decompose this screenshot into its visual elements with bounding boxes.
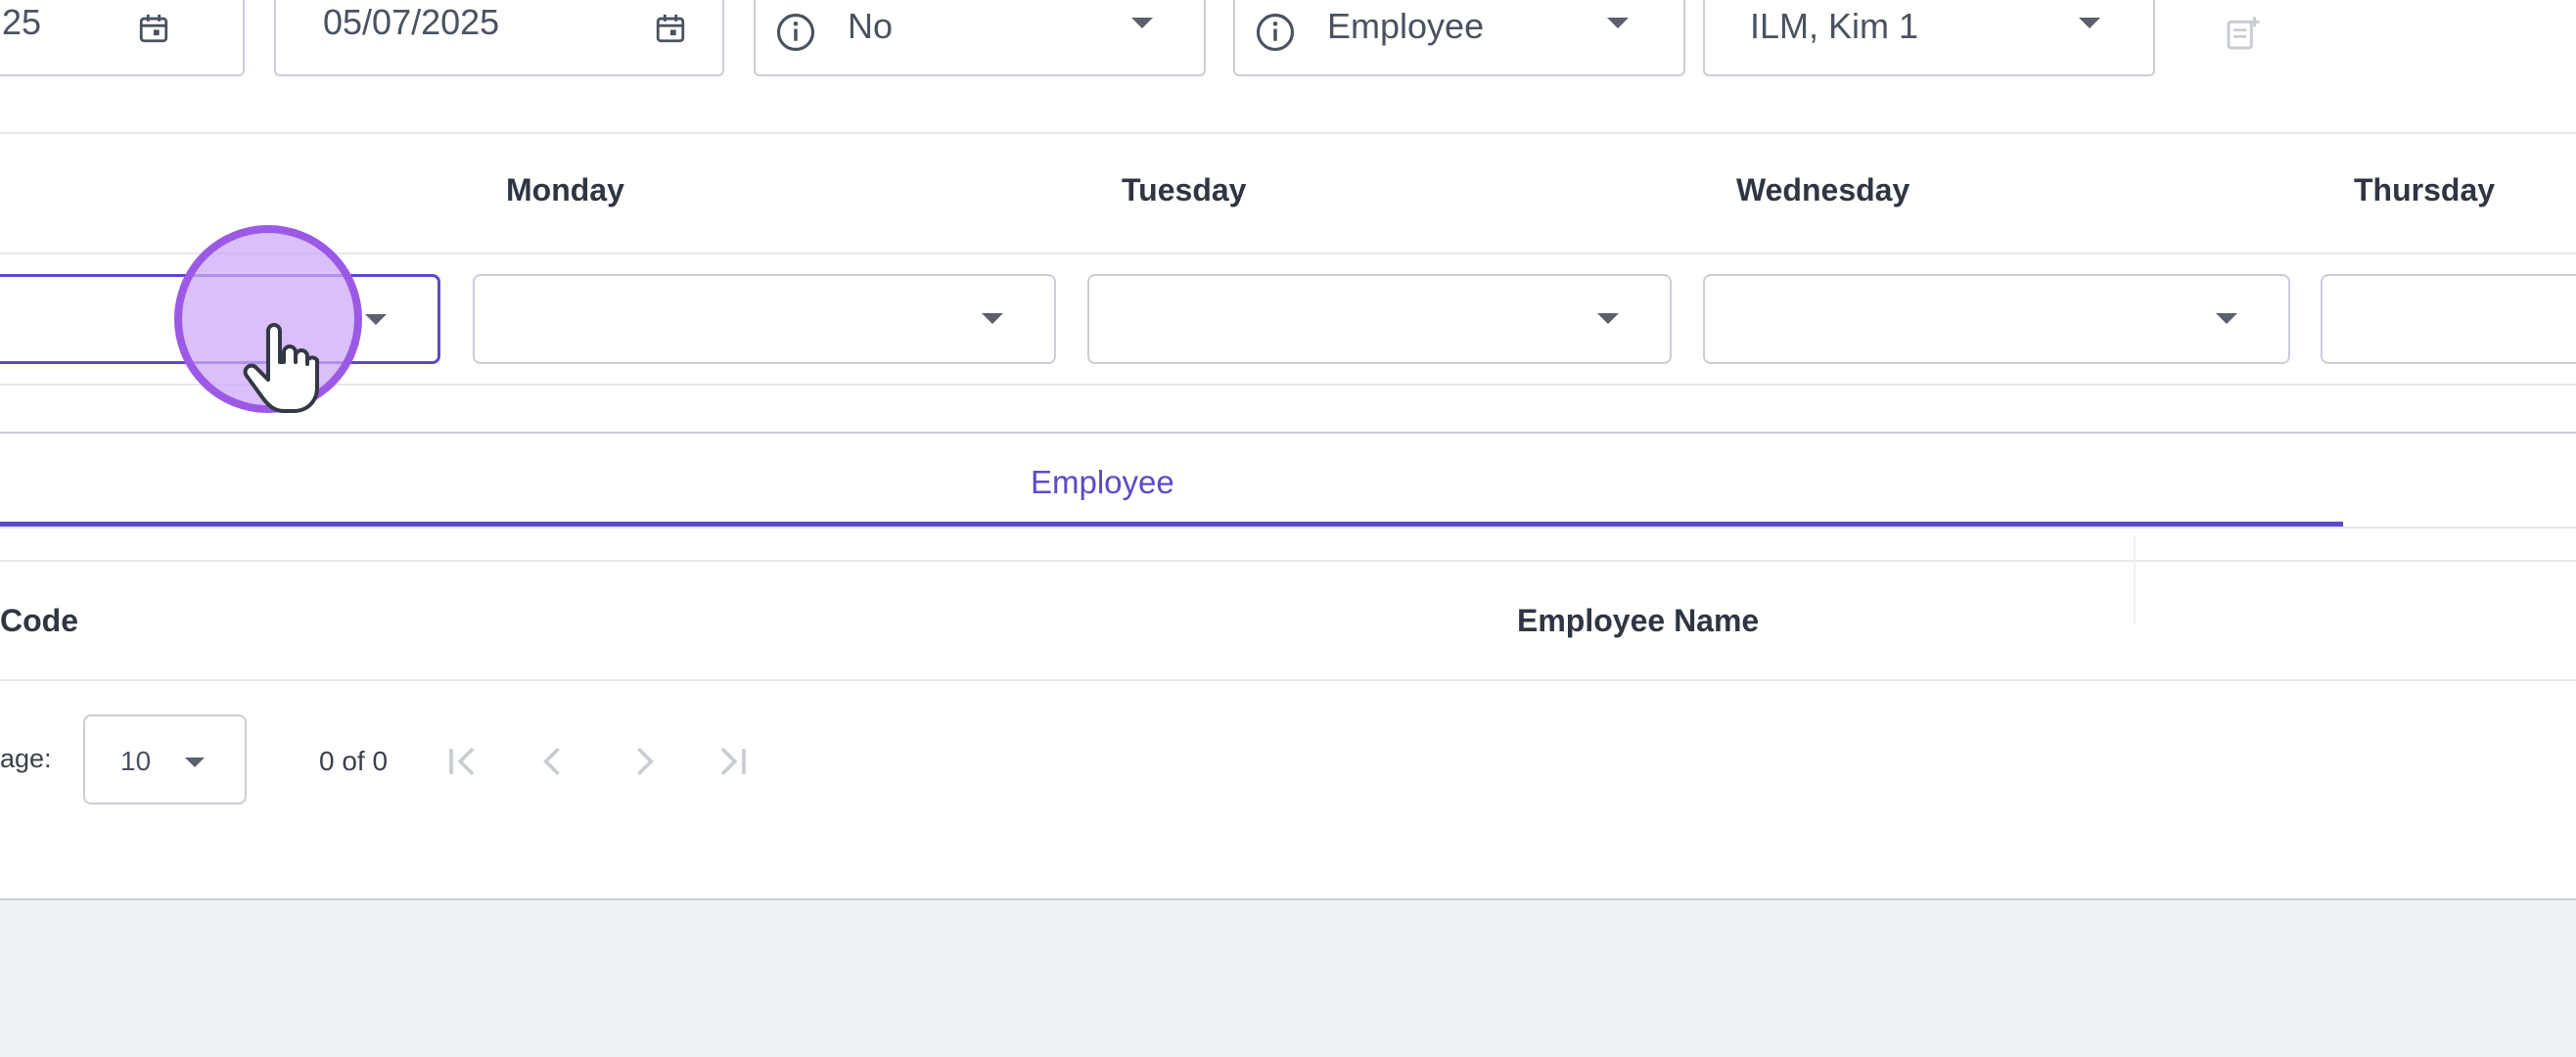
chevron-down-icon bbox=[1597, 313, 1619, 324]
role-value: Employee bbox=[1327, 6, 1485, 46]
day-select-tuesday[interactable] bbox=[1087, 274, 1672, 364]
day-header-wednesday: Wednesday bbox=[1736, 172, 1910, 207]
day-select-thursday[interactable] bbox=[2321, 274, 2576, 364]
day-header-tuesday: Tuesday bbox=[1122, 172, 1247, 207]
chevron-down-icon bbox=[982, 313, 1003, 324]
column-divider bbox=[2134, 536, 2136, 624]
chevron-down-icon bbox=[1131, 18, 1153, 28]
divider bbox=[0, 253, 2576, 254]
day-header-thursday: Thursday bbox=[2354, 172, 2496, 207]
end-date-field[interactable]: 05/07/2025 bbox=[274, 0, 724, 76]
divider bbox=[0, 132, 2576, 134]
person-select[interactable]: ILM, Kim 1 bbox=[1703, 0, 2155, 76]
column-header-employee-name[interactable]: Employee Name bbox=[1517, 603, 1759, 639]
hand-cursor-icon bbox=[243, 323, 319, 413]
next-page-icon[interactable] bbox=[622, 740, 666, 783]
info-icon bbox=[1256, 13, 1295, 52]
divider bbox=[0, 527, 2576, 528]
info-icon bbox=[776, 13, 815, 52]
divider bbox=[0, 679, 2576, 681]
day-select-monday[interactable] bbox=[473, 274, 1056, 364]
rows-per-page-label: age: bbox=[0, 744, 52, 773]
day-header-monday: Monday bbox=[506, 172, 624, 207]
pagination-range: 0 of 0 bbox=[319, 746, 389, 776]
divider bbox=[0, 432, 2576, 434]
start-date-field[interactable]: 25 bbox=[0, 0, 245, 76]
rows-per-page-select[interactable]: 10 bbox=[83, 714, 247, 804]
day-select-wednesday[interactable] bbox=[1703, 274, 2290, 364]
yes-no-select[interactable]: No bbox=[754, 0, 1206, 76]
chevron-down-icon bbox=[2216, 313, 2237, 324]
end-date-value: 05/07/2025 bbox=[323, 2, 500, 42]
start-date-value: 25 bbox=[2, 2, 42, 42]
divider bbox=[0, 560, 2576, 562]
first-page-icon[interactable] bbox=[440, 740, 483, 783]
last-page-icon[interactable] bbox=[712, 740, 755, 783]
person-value: ILM, Kim 1 bbox=[1750, 6, 1919, 46]
yes-no-value: No bbox=[848, 6, 894, 46]
calendar-icon[interactable] bbox=[137, 12, 170, 45]
chevron-down-icon bbox=[1607, 18, 1629, 28]
previous-page-icon[interactable] bbox=[531, 740, 575, 783]
chevron-down-icon bbox=[185, 758, 205, 767]
tab-employee[interactable]: Employee bbox=[1031, 464, 1174, 501]
chevron-down-icon bbox=[2079, 18, 2100, 28]
column-header-code[interactable]: Code bbox=[0, 603, 78, 639]
calendar-icon[interactable] bbox=[654, 12, 687, 45]
divider bbox=[0, 384, 2576, 386]
rows-per-page-value: 10 bbox=[120, 746, 152, 776]
add-note-icon[interactable] bbox=[2224, 14, 2263, 53]
chevron-down-icon bbox=[365, 314, 387, 325]
role-select[interactable]: Employee bbox=[1233, 0, 1685, 76]
schedule-card: 25 05/07/2025 No Employee ILM, Kim 1 Mon… bbox=[0, 0, 2576, 900]
